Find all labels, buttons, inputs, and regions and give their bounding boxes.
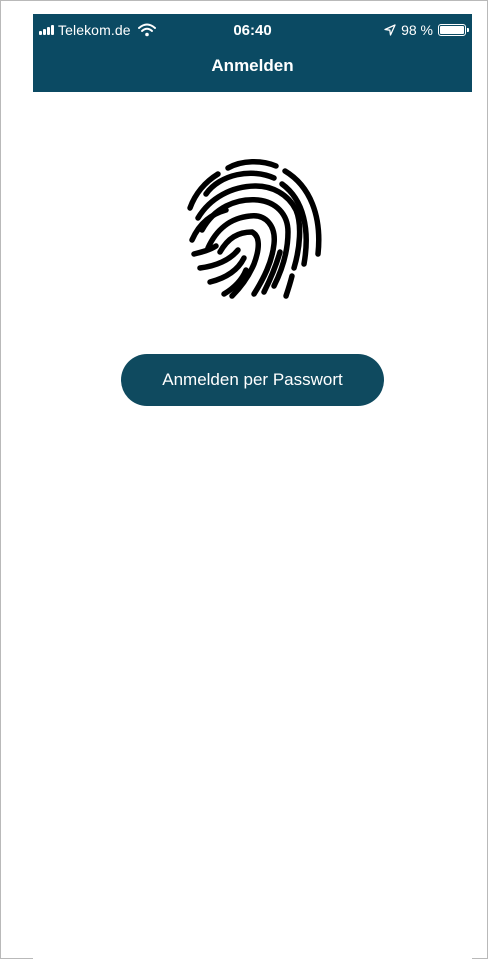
battery-icon [438, 24, 469, 36]
status-bar: Telekom.de 06:40 98 % [33, 14, 472, 44]
status-right: 98 % [384, 22, 469, 38]
battery-percentage: 98 % [401, 22, 433, 38]
app-header: Telekom.de 06:40 98 % Anmelden [33, 14, 472, 92]
battery-level [440, 26, 464, 34]
login-with-password-button[interactable]: Anmelden per Passwort [121, 354, 384, 406]
fingerprint-icon[interactable] [180, 156, 326, 302]
location-arrow-icon [384, 24, 396, 36]
phone-screen: Telekom.de 06:40 98 % Anmelden Anmelden … [33, 14, 472, 959]
page-title: Anmelden [211, 56, 294, 75]
